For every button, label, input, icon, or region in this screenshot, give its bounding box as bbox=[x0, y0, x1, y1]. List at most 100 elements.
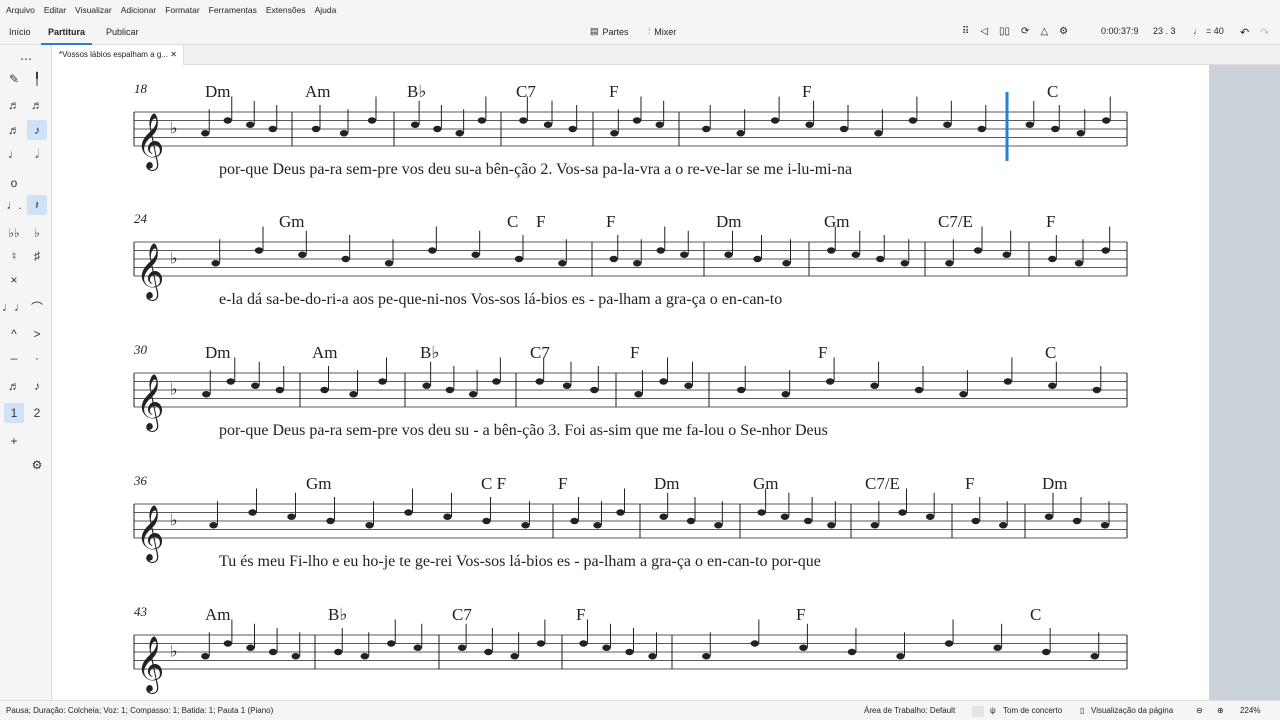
chord-symbol: Am bbox=[305, 82, 331, 101]
notehead bbox=[1051, 125, 1060, 133]
notehead bbox=[1074, 260, 1084, 267]
accent-icon[interactable]: > bbox=[27, 324, 47, 344]
status-selection: Pausa; Duração: Colcheia; Voz: 1; Compas… bbox=[6, 706, 274, 715]
chord-symbol: Dm bbox=[716, 212, 742, 231]
gear-icon[interactable]: ⚙ bbox=[1059, 26, 1068, 37]
view-mode-selector[interactable]: Visualização da página bbox=[1091, 701, 1173, 721]
undo-icon[interactable]: ↶ bbox=[1240, 26, 1249, 39]
flat-icon[interactable]: ♭ bbox=[27, 223, 47, 243]
notehead bbox=[680, 251, 689, 258]
notehead bbox=[1072, 517, 1082, 525]
double-sharp-icon[interactable]: × bbox=[4, 270, 24, 290]
menu-bar: Arquivo Editar Visualizar Adicionar Form… bbox=[0, 0, 1280, 20]
tenuto-icon[interactable]: – bbox=[4, 348, 24, 368]
natural-icon[interactable]: ♮ bbox=[4, 246, 24, 266]
notehead bbox=[1048, 255, 1057, 263]
notehead bbox=[1041, 648, 1051, 656]
whole-note-icon[interactable]: o bbox=[4, 173, 24, 193]
notehead bbox=[443, 513, 452, 520]
tuplet-icon[interactable]: ♬ bbox=[4, 376, 24, 396]
tie-icon[interactable]: ♩♩ bbox=[2, 297, 26, 317]
zoom-in-icon[interactable]: ⊕ bbox=[1217, 701, 1224, 721]
gear-icon[interactable]: ⚙ bbox=[27, 455, 47, 475]
quarter-note-icon: ♩ bbox=[1193, 26, 1202, 36]
notehead bbox=[251, 382, 260, 389]
marcato-icon[interactable]: ^ bbox=[4, 324, 24, 344]
notehead bbox=[803, 517, 813, 525]
zoom-out-icon[interactable]: ⊖ bbox=[1196, 701, 1203, 721]
close-icon[interactable]: ✕ bbox=[170, 45, 177, 65]
tab-publicar[interactable]: Publicar bbox=[106, 20, 139, 45]
half-note-icon[interactable]: 𝅗𝅥 bbox=[27, 144, 47, 164]
score-canvas[interactable]: 𝄞 ♭ 18 Dm Am B♭ C7 F F Cpor-que Deus pa-ra sem-pr… bbox=[52, 65, 1280, 700]
mixer-button[interactable]: ⫶ Mixer bbox=[648, 26, 676, 37]
chord-symbol: F bbox=[606, 212, 615, 231]
notehead bbox=[656, 247, 665, 254]
rewind-icon[interactable]: ◁ bbox=[980, 26, 988, 37]
notehead bbox=[851, 251, 860, 258]
notehead bbox=[736, 130, 745, 137]
grip-icon[interactable]: ⋯ bbox=[16, 49, 36, 69]
staccato-icon[interactable]: · bbox=[27, 348, 47, 368]
notehead bbox=[492, 378, 501, 385]
grace-note-icon[interactable]: ♪ bbox=[27, 376, 47, 396]
menu-ajuda[interactable]: Ajuda bbox=[315, 5, 337, 15]
notehead bbox=[422, 382, 431, 389]
notehead bbox=[1090, 653, 1099, 660]
double-flat-icon[interactable]: ♭♭ bbox=[4, 223, 24, 243]
chord-symbol: C F bbox=[481, 474, 506, 493]
drag-handle-icon[interactable]: ⠿ bbox=[962, 26, 969, 37]
sharp-icon[interactable]: ♯ bbox=[27, 246, 47, 266]
workspace-selector[interactable]: Área de Trabalho: Default bbox=[864, 701, 955, 721]
notehead bbox=[320, 386, 329, 394]
notehead bbox=[632, 117, 642, 124]
metronome-icon[interactable]: △ bbox=[1040, 26, 1048, 37]
add-icon[interactable]: + bbox=[4, 431, 24, 451]
concert-pitch-toggle[interactable] bbox=[972, 706, 984, 717]
notehead bbox=[805, 121, 814, 128]
tab-inicio[interactable]: Início bbox=[9, 20, 31, 45]
menu-ferramentas[interactable]: Ferramentas bbox=[209, 5, 257, 15]
quarter-note-icon[interactable]: ♩ bbox=[4, 144, 24, 164]
partes-button[interactable]: ▤ Partes bbox=[590, 26, 629, 37]
chord-symbol: C bbox=[1047, 82, 1058, 101]
notehead bbox=[223, 117, 232, 124]
pin-icon[interactable]: ╿ bbox=[27, 69, 47, 89]
pencil-icon[interactable]: ✎ bbox=[4, 69, 24, 89]
notehead bbox=[209, 522, 218, 529]
zoom-level[interactable]: 224% bbox=[1240, 701, 1260, 721]
notehead bbox=[570, 517, 579, 525]
play-icon[interactable]: ▯▯ bbox=[999, 26, 1010, 37]
notehead bbox=[770, 117, 780, 124]
main-toolbar: Início Partitura Publicar ▤ Partes ⫶ Mixer… bbox=[0, 20, 1280, 45]
dot-icon[interactable]: ♩. bbox=[4, 195, 24, 215]
voice-1-icon[interactable]: 1 bbox=[4, 403, 24, 423]
document-tab[interactable]: *Vossos lábios espalham a g... ✕ bbox=[52, 45, 184, 65]
menu-adicionar[interactable]: Adicionar bbox=[121, 5, 156, 15]
notehead bbox=[781, 391, 790, 398]
redo-icon[interactable]: ↷ bbox=[1260, 26, 1269, 39]
menu-visualizar[interactable]: Visualizar bbox=[75, 5, 112, 15]
notehead bbox=[616, 509, 625, 516]
menu-editar[interactable]: Editar bbox=[44, 5, 66, 15]
loop-icon[interactable]: ⟳ bbox=[1021, 26, 1029, 37]
notehead bbox=[914, 386, 924, 394]
notehead bbox=[521, 522, 530, 529]
eighth-note-icon[interactable]: ♪ bbox=[27, 120, 47, 140]
tab-partitura[interactable]: Partitura bbox=[41, 20, 93, 45]
slur-icon[interactable]: ⌒ bbox=[27, 297, 47, 317]
chord-symbol: F bbox=[536, 212, 545, 231]
notehead bbox=[602, 644, 611, 651]
notehead bbox=[384, 260, 394, 267]
menu-extensoes[interactable]: Extensões bbox=[266, 5, 306, 15]
notehead bbox=[655, 121, 664, 128]
64th-note-icon[interactable]: ♬ bbox=[4, 95, 24, 115]
menu-formatar[interactable]: Formatar bbox=[165, 5, 199, 15]
chord-symbol: Gm bbox=[279, 212, 305, 231]
chord-symbol: C7 bbox=[530, 343, 550, 362]
16th-note-icon[interactable]: ♬ bbox=[4, 120, 24, 140]
menu-arquivo[interactable]: Arquivo bbox=[6, 5, 35, 15]
32nd-note-icon[interactable]: ♬ bbox=[27, 95, 47, 115]
rest-icon[interactable]: 𝄽 bbox=[27, 195, 47, 215]
voice-2-icon[interactable]: 2 bbox=[27, 403, 47, 423]
